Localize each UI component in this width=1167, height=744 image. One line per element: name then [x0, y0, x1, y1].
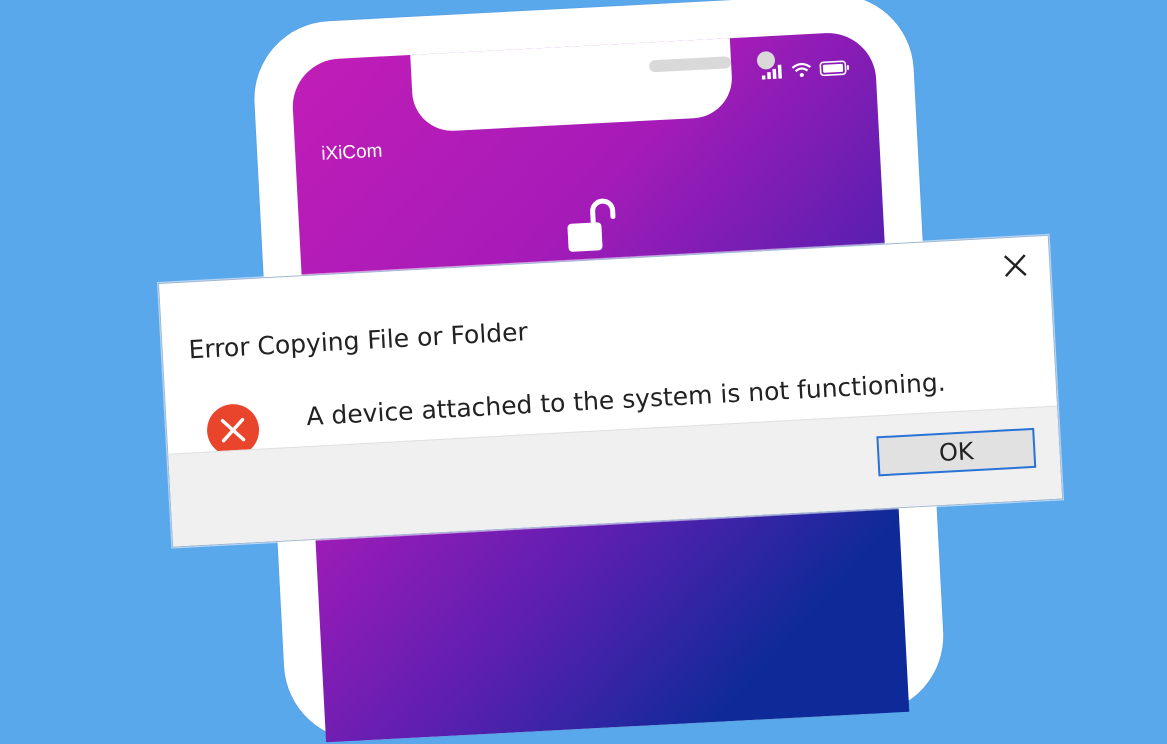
error-dialog: Error Copying File or Folder A device at…: [158, 234, 1064, 548]
status-bar-icons: [761, 60, 850, 80]
wifi-icon: [791, 62, 812, 77]
signal-icon: [761, 64, 782, 80]
carrier-label: iXiCom: [320, 140, 383, 165]
ok-button[interactable]: OK: [876, 427, 1037, 477]
battery-icon: [819, 60, 850, 77]
close-button[interactable]: [994, 245, 1036, 287]
speaker-grille: [648, 56, 732, 73]
unlocked-padlock-icon: [567, 198, 616, 252]
x-mark-icon: [220, 417, 246, 443]
phone-notch: [410, 36, 776, 133]
dialog-title: Error Copying File or Folder: [187, 317, 529, 365]
close-icon: [1003, 254, 1027, 277]
